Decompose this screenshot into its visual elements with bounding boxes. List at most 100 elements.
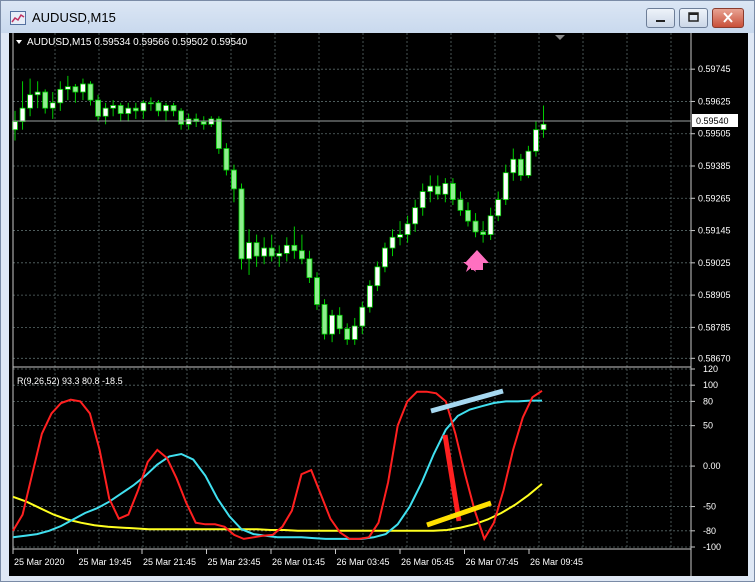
time-tick-label: 26 Mar 01:45: [272, 557, 325, 567]
candle: [351, 317, 358, 345]
price-tick-label: 0.59265: [698, 193, 731, 203]
candle: [246, 229, 252, 275]
candle: [276, 245, 283, 267]
indicator-tick-label: 100: [703, 380, 718, 390]
menu-triangle-icon[interactable]: [16, 40, 22, 44]
time-tick-label: 25 Mar 23:45: [208, 557, 261, 567]
time-tick-label: 25 Mar 21:45: [143, 557, 196, 567]
price-tick-label: 0.59025: [698, 258, 731, 268]
candle: [193, 113, 200, 127]
candle: [155, 100, 162, 117]
candle: [412, 199, 419, 232]
indicator-tick-label: -50: [703, 502, 716, 512]
candle: [336, 307, 343, 335]
minimize-icon: [656, 20, 665, 22]
candle: [231, 164, 237, 203]
indicator-info-label: R(9,26,52) 93.3 80.8 -18.5: [17, 376, 123, 386]
candle: [268, 234, 275, 262]
chart-shift-marker-icon[interactable]: [555, 35, 565, 40]
candle: [49, 92, 56, 119]
candle: [147, 97, 154, 111]
candle: [117, 102, 124, 122]
candle: [42, 89, 49, 114]
candle: [404, 215, 411, 243]
candle: [540, 105, 547, 138]
candle: [298, 234, 305, 265]
candle: [510, 148, 517, 181]
indicator-tick-label: -80: [703, 526, 716, 536]
time-tick-label: 26 Mar 09:45: [530, 557, 583, 567]
candle: [306, 250, 313, 283]
window-title: AUDUSD,M15: [32, 10, 116, 25]
indicator-tick-label: 80: [703, 396, 713, 406]
candle: [472, 213, 479, 238]
candle: [389, 229, 396, 257]
time-tick-label: 26 Mar 07:45: [466, 557, 519, 567]
candle: [434, 175, 441, 200]
time-tick-label: 26 Mar 03:45: [337, 557, 390, 567]
title-bar[interactable]: AUDUSD,M15: [1, 1, 754, 33]
candle: [238, 183, 245, 270]
indicator-tick-label: -100: [703, 542, 721, 552]
price-tick-label: 0.59505: [698, 129, 731, 139]
candle: [517, 153, 524, 181]
chart-area[interactable]: AUDUSD,M15 0.59534 0.59566 0.59502 0.595…: [9, 33, 748, 576]
trendline-red[interactable]: [442, 434, 462, 522]
candle: [291, 226, 298, 259]
close-button[interactable]: [712, 8, 744, 28]
candle: [344, 323, 351, 345]
maximize-icon: [688, 12, 699, 22]
time-tick-label: 25 Mar 2020: [14, 557, 65, 567]
candle: [359, 301, 366, 335]
candles: [12, 75, 547, 345]
candle: [329, 309, 336, 343]
candle: [132, 102, 139, 119]
minimize-button[interactable]: [646, 8, 675, 28]
candle: [140, 100, 147, 119]
candle: [487, 207, 494, 240]
candle: [215, 116, 222, 154]
chart-window-icon: [10, 11, 26, 25]
current-price-value: 0.59540: [696, 116, 729, 126]
candle: [19, 81, 26, 130]
price-tick-label: 0.59625: [698, 96, 731, 106]
candle: [525, 145, 532, 179]
candle: [442, 178, 449, 203]
price-tick-label: 0.58785: [698, 322, 731, 332]
candle: [87, 81, 94, 106]
candle: [321, 299, 328, 340]
buy-signal-arrow-icon: [463, 250, 489, 272]
candle: [374, 261, 381, 292]
candle: [419, 183, 426, 216]
candle: [366, 280, 373, 313]
candle: [283, 237, 290, 262]
candle: [533, 121, 539, 157]
time-tick-label: 26 Mar 05:45: [401, 557, 454, 567]
indicator-line-yellow: [12, 483, 543, 532]
grid: [13, 33, 691, 549]
indicator-tick-label: 0.00: [703, 461, 721, 471]
candle: [34, 81, 41, 109]
candle: [57, 81, 64, 111]
candle: [480, 221, 487, 243]
candle: [502, 164, 509, 205]
chart-window: AUDUSD,M15 AUDUSD,M15 0.59534 0.59566 0.…: [0, 0, 755, 582]
chart-canvas[interactable]: AUDUSD,M15 0.59534 0.59566 0.59502 0.595…: [9, 33, 748, 576]
price-tick-label: 0.59145: [698, 226, 731, 236]
candle: [200, 116, 207, 130]
candle: [163, 102, 169, 122]
candle: [27, 78, 34, 117]
candle: [72, 83, 79, 103]
maximize-button[interactable]: [679, 8, 708, 28]
candle: [253, 234, 260, 267]
candle: [185, 113, 192, 130]
price-tick-label: 0.58670: [698, 353, 731, 363]
candle: [170, 102, 177, 117]
candle: [427, 175, 434, 203]
price-tick-label: 0.59385: [698, 161, 731, 171]
candle: [495, 191, 502, 222]
candle: [80, 78, 86, 101]
candle: [261, 237, 268, 265]
indicator-axis: 120 100 80 50 0.00 -50 -80 -100: [691, 364, 721, 552]
candle: [64, 75, 71, 101]
